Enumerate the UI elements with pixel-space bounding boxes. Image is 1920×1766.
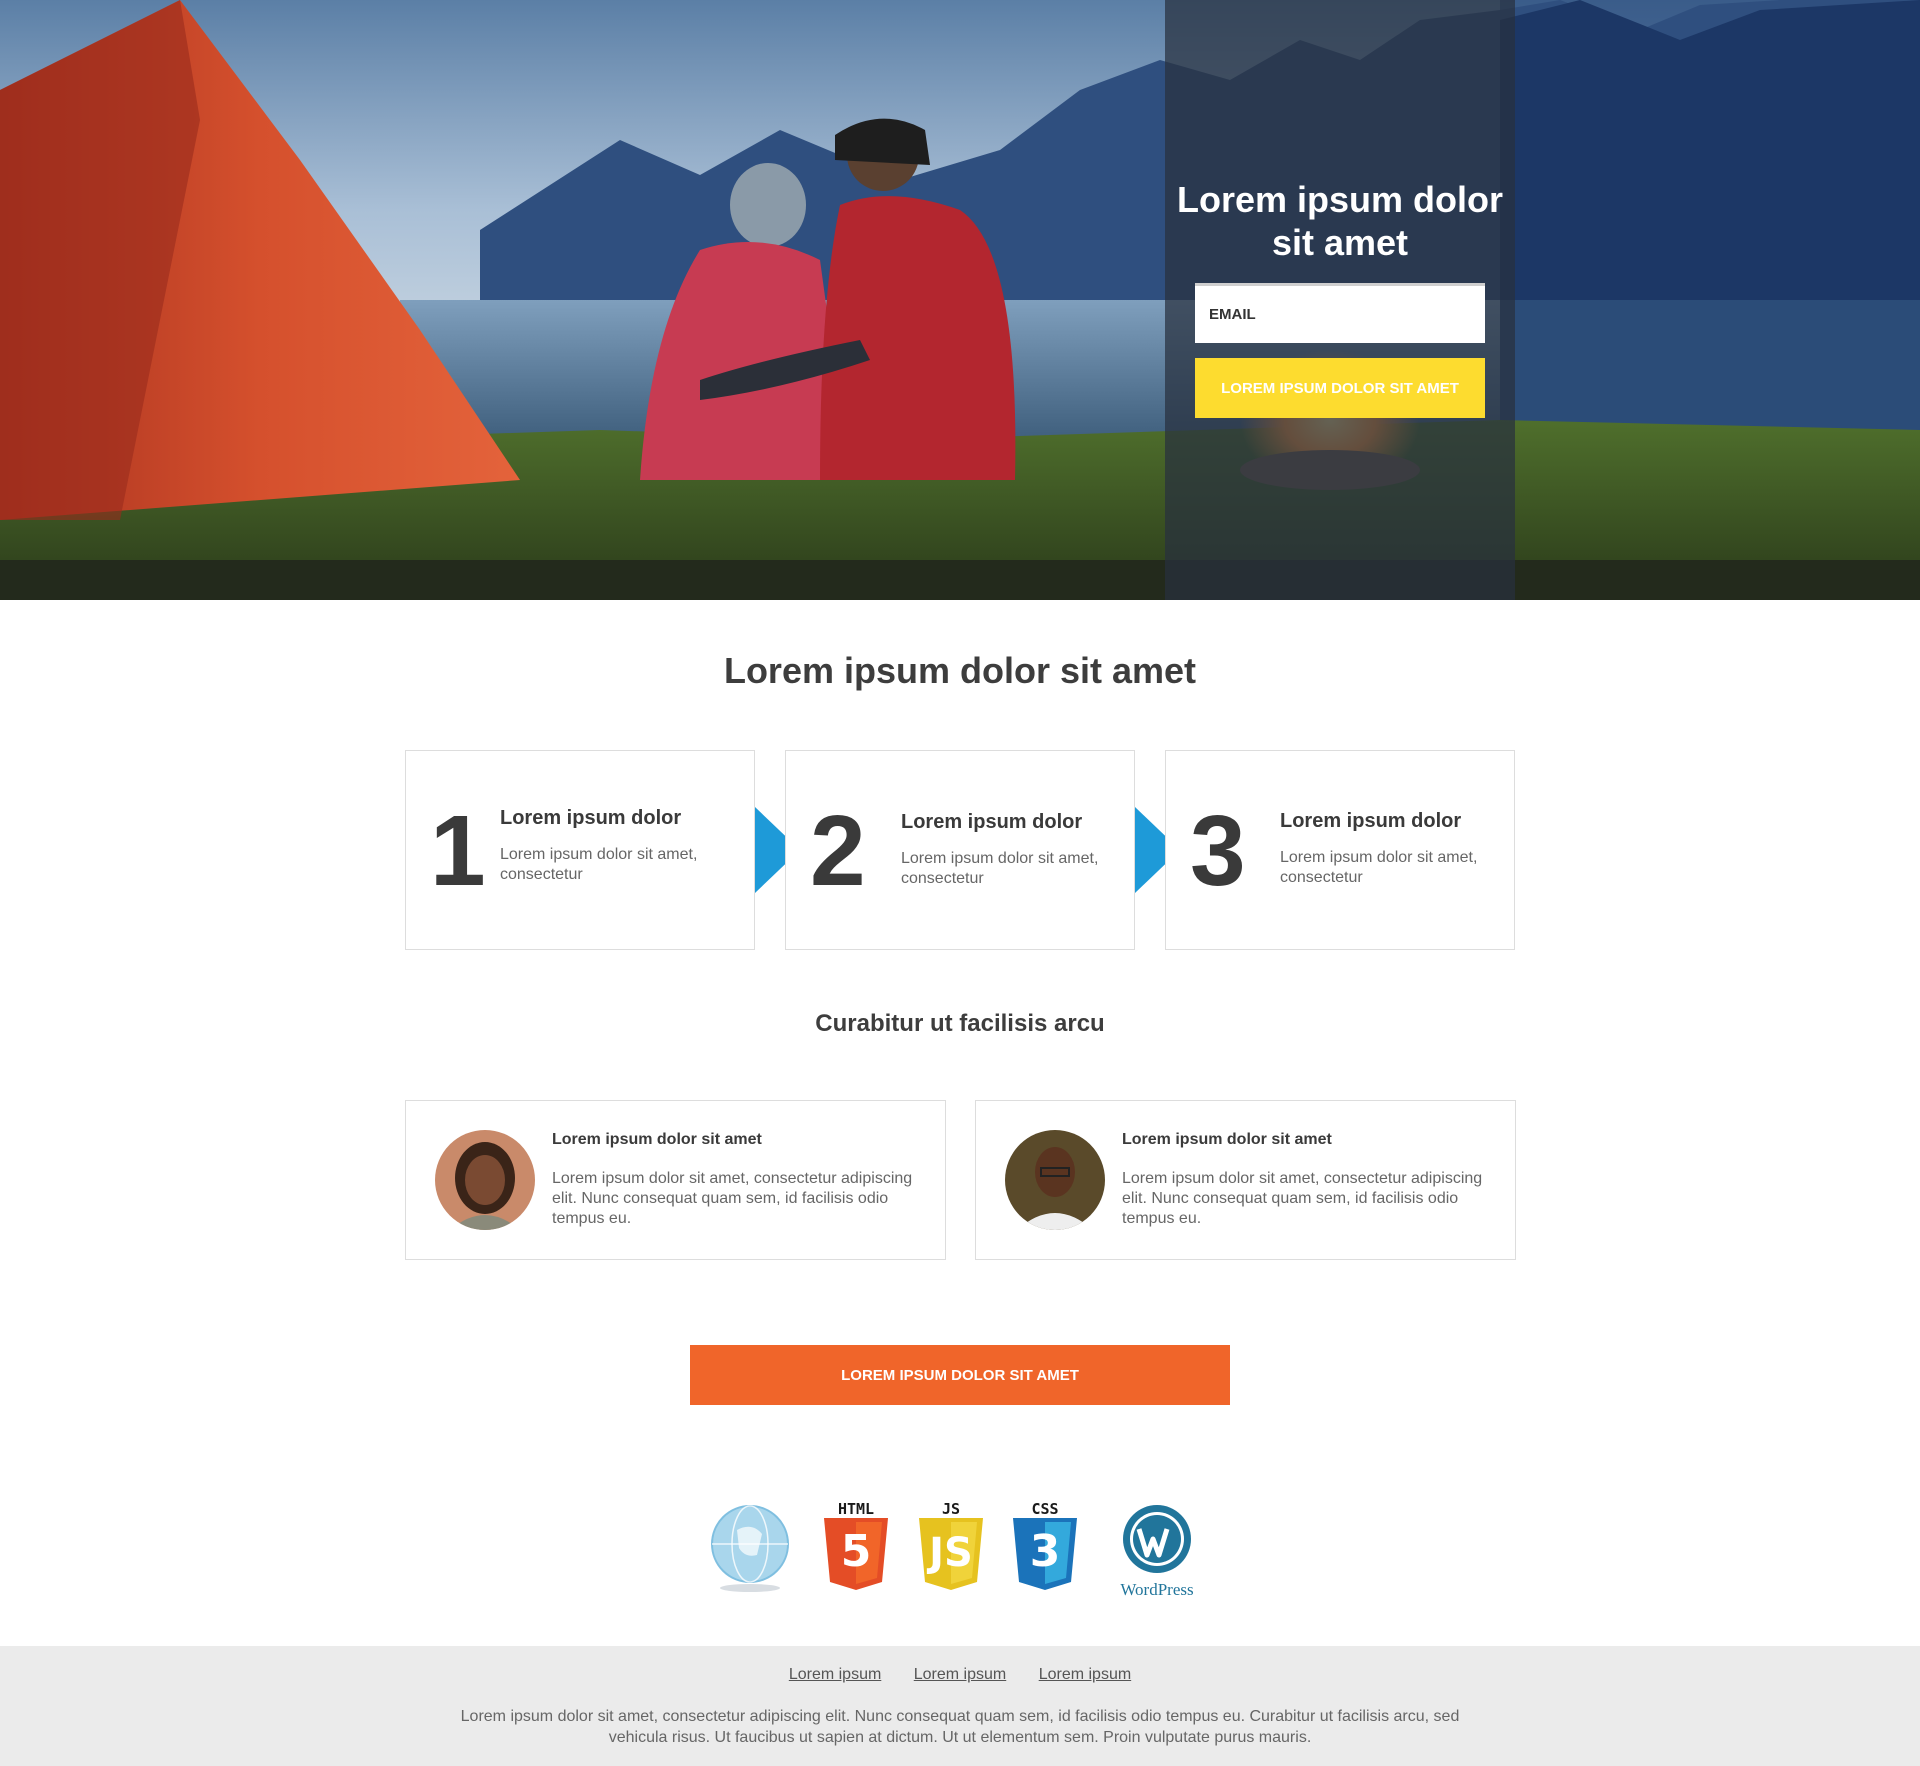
html5-digit: 5: [840, 1526, 872, 1577]
step-card-1: 1 Lorem ipsum dolor Lorem ipsum dolor si…: [405, 750, 755, 950]
footer-link-1[interactable]: Lorem ipsum: [789, 1666, 881, 1684]
avatar: [435, 1130, 535, 1230]
css3-label: CSS: [1031, 1500, 1059, 1518]
html5-icon: HTML 5: [824, 1500, 888, 1590]
hero-submit-button[interactable]: LOREM IPSUM DOLOR SIT AMET: [1195, 358, 1485, 418]
html5-label: HTML: [837, 1500, 875, 1518]
step-text: Lorem ipsum dolor sit amet, consectetur: [1280, 849, 1478, 886]
step-number: 2: [810, 795, 866, 907]
avatar: [1005, 1130, 1105, 1230]
step-card-3: 3 Lorem ipsum dolor Lorem ipsum dolor si…: [1165, 750, 1515, 950]
hero-title: Lorem ipsum dolor sit amet: [1176, 179, 1504, 263]
cta-button[interactable]: LOREM IPSUM DOLOR SIT AMET: [690, 1345, 1230, 1405]
js-label: JS: [941, 1500, 961, 1518]
steps-section-title: Lorem ipsum dolor sit amet: [723, 650, 1197, 691]
testimonials-section-title: Curabitur ut facilisis arcu: [815, 1010, 1105, 1037]
step-heading: Lorem ipsum dolor: [500, 807, 682, 829]
step-number: 3: [1190, 795, 1246, 907]
testimonial-card-1: Lorem ipsum dolor sit amet Lorem ipsum d…: [405, 1100, 946, 1260]
footer-links: Lorem ipsum Lorem ipsum Lorem ipsum: [0, 1666, 1920, 1684]
step-text: Lorem ipsum dolor sit amet, consectetur: [901, 850, 1099, 887]
css3-digit: 3: [1029, 1526, 1061, 1577]
footer: Lorem ipsum Lorem ipsum Lorem ipsum Lore…: [0, 1646, 1920, 1766]
globe-icon: [707, 1500, 793, 1600]
step-heading: Lorem ipsum dolor: [1280, 810, 1462, 832]
step-number: 1: [430, 795, 486, 907]
footer-link-2[interactable]: Lorem ipsum: [914, 1666, 1006, 1684]
footer-text: Lorem ipsum dolor sit amet, consectetur …: [460, 1708, 1460, 1746]
testimonial-name: Lorem ipsum dolor sit amet: [1122, 1131, 1332, 1148]
js-glyph: JS: [929, 1530, 973, 1576]
testimonial-text: Lorem ipsum dolor sit amet, consectetur …: [552, 1170, 913, 1227]
footer-link-3[interactable]: Lorem ipsum: [1039, 1666, 1131, 1684]
step-heading: Lorem ipsum dolor: [901, 811, 1083, 833]
testimonial-text: Lorem ipsum dolor sit amet, consectetur …: [1122, 1170, 1483, 1227]
hero-section: Lorem ipsum dolor sit amet LOREM IPSUM D…: [0, 0, 1920, 600]
css3-icon: CSS 3: [1013, 1500, 1077, 1590]
testimonial-card-2: Lorem ipsum dolor sit amet Lorem ipsum d…: [975, 1100, 1516, 1260]
step-text: Lorem ipsum dolor sit amet, consectetur: [500, 846, 698, 883]
testimonial-name: Lorem ipsum dolor sit amet: [552, 1131, 762, 1148]
wordpress-icon: WordPress: [1107, 1503, 1207, 1600]
step-card-2: 2 Lorem ipsum dolor Lorem ipsum dolor si…: [785, 750, 1135, 950]
hero-background-image: [0, 0, 1920, 600]
wordpress-label: WordPress: [1120, 1580, 1194, 1599]
js-icon: JS JS: [919, 1500, 983, 1590]
email-input[interactable]: [1195, 283, 1485, 343]
